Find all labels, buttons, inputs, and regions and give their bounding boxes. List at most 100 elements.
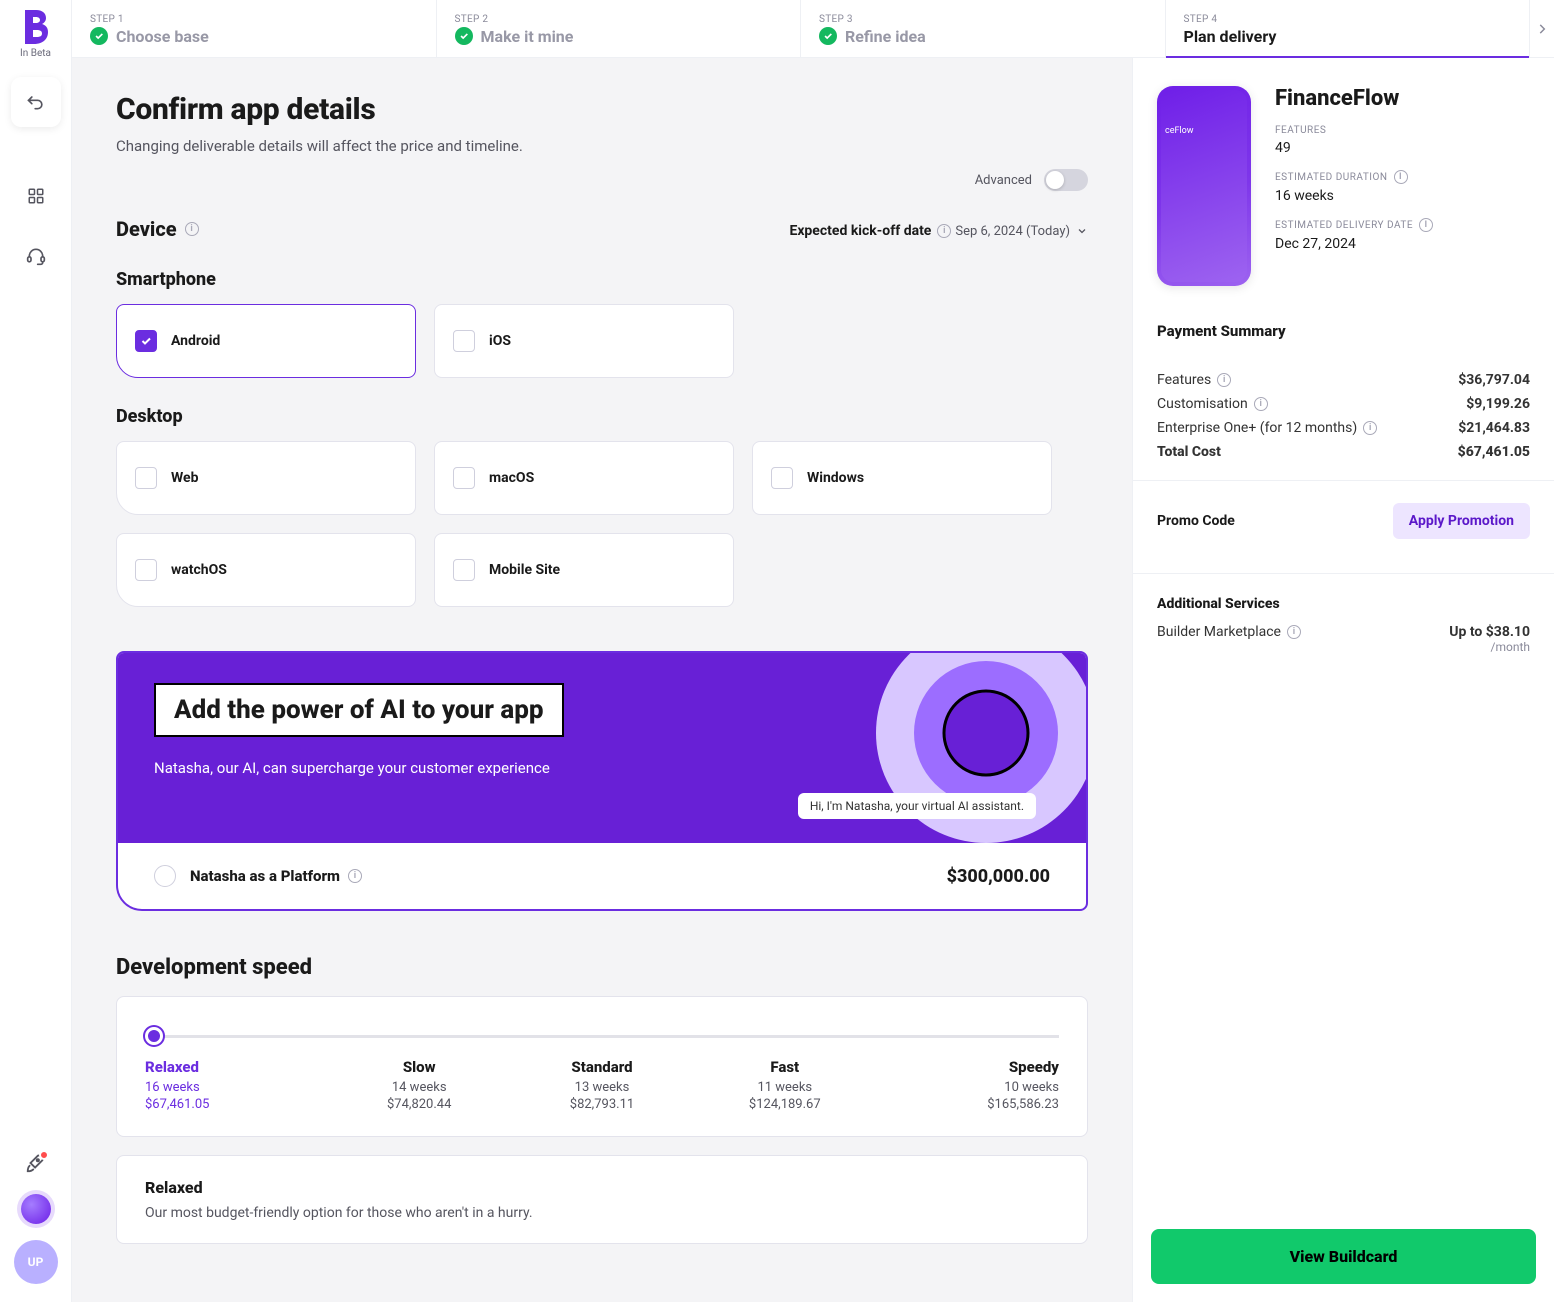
device-card-windows[interactable]: Windows: [752, 441, 1052, 515]
ai-option-label: Natasha as a Platform: [190, 867, 340, 885]
speed-name: Speedy: [876, 1058, 1059, 1076]
speed-name: Relaxed: [145, 1058, 328, 1076]
speed-weeks: 13 weeks: [511, 1080, 694, 1095]
speed-desc-title: Relaxed: [145, 1178, 1059, 1197]
info-icon[interactable]: i: [1419, 218, 1433, 232]
device-label: watchOS: [171, 562, 227, 578]
assistant-orb[interactable]: [21, 1194, 51, 1224]
additional-service-value: Up to $38.10: [1449, 624, 1530, 640]
check-icon: [90, 27, 108, 45]
info-icon[interactable]: i: [1254, 397, 1268, 411]
speed-card: Relaxed 16 weeks $67,461.05 Slow 14 week…: [116, 996, 1088, 1137]
summary-row: Enterprise One+ (for 12 months)i $21,464…: [1157, 420, 1530, 436]
radio-icon[interactable]: [154, 865, 176, 887]
group-smartphone: Smartphone: [116, 269, 1088, 290]
kickoff-value: Sep 6, 2024 (Today): [955, 224, 1070, 239]
ai-banner-subtitle: Natasha, our AI, can supercharge your cu…: [154, 757, 574, 780]
duration-label: ESTIMATED DURATION: [1275, 172, 1388, 183]
summary-row: Customisationi $9,199.26: [1157, 396, 1530, 412]
summary-row-label: Features: [1157, 372, 1211, 388]
speed-price: $82,793.11: [511, 1097, 694, 1112]
info-icon[interactable]: i: [348, 869, 362, 883]
step-label: STEP 4: [1184, 14, 1512, 25]
step-refine-idea[interactable]: STEP 3 Refine idea: [801, 0, 1166, 57]
view-buildcard-button[interactable]: View Buildcard: [1151, 1229, 1536, 1284]
speed-option-fast[interactable]: Fast 11 weeks $124,189.67: [693, 1058, 876, 1112]
rocket-icon[interactable]: [25, 1152, 47, 1178]
summary-row-value: $9,199.26: [1466, 396, 1530, 412]
advanced-label: Advanced: [975, 173, 1032, 188]
step-choose-base[interactable]: STEP 1 Choose base: [72, 0, 437, 57]
checkbox-icon: [135, 559, 157, 581]
step-make-it-mine[interactable]: STEP 2 Make it mine: [437, 0, 802, 57]
speed-weeks: 10 weeks: [876, 1080, 1059, 1095]
user-avatar[interactable]: UP: [14, 1240, 58, 1284]
check-icon: [819, 27, 837, 45]
device-card-web[interactable]: Web: [116, 441, 416, 515]
info-icon[interactable]: i: [1217, 373, 1231, 387]
checkbox-checked-icon: [135, 330, 157, 352]
features-label: FEATURES: [1275, 125, 1530, 136]
device-card-watchos[interactable]: watchOS: [116, 533, 416, 607]
step-title: Plan delivery: [1184, 27, 1277, 46]
logo[interactable]: In Beta: [20, 10, 51, 59]
step-title: Make it mine: [481, 27, 574, 46]
undo-button[interactable]: [11, 77, 61, 127]
device-card-macos[interactable]: macOS: [434, 441, 734, 515]
app-preview-thumbnail[interactable]: ceFlow: [1157, 86, 1251, 286]
slider-thumb[interactable]: [145, 1027, 163, 1045]
apply-promotion-button[interactable]: Apply Promotion: [1393, 503, 1530, 539]
info-icon[interactable]: i: [1287, 625, 1301, 639]
step-label: STEP 2: [455, 14, 783, 25]
speed-name: Slow: [328, 1058, 511, 1076]
speed-desc-body: Our most budget-friendly option for thos…: [145, 1205, 1059, 1221]
summary-total-label: Total Cost: [1157, 444, 1221, 460]
speed-description: Relaxed Our most budget-friendly option …: [116, 1155, 1088, 1244]
kickoff-label: Expected kick-off date: [789, 223, 931, 239]
summary-sidebar: ceFlow FinanceFlow FEATURES 49 ESTIMATED…: [1132, 58, 1554, 1302]
checkbox-icon: [135, 467, 157, 489]
step-plan-delivery[interactable]: STEP 4 Plan delivery: [1166, 0, 1531, 57]
device-card-android[interactable]: Android: [116, 304, 416, 378]
app-name: FinanceFlow: [1275, 86, 1530, 111]
headset-icon[interactable]: [11, 231, 61, 281]
info-icon[interactable]: i: [937, 224, 951, 238]
stepper: STEP 1 Choose base STEP 2 Make it mine S…: [72, 0, 1554, 58]
features-value: 49: [1275, 140, 1530, 156]
speed-option-slow[interactable]: Slow 14 weeks $74,820.44: [328, 1058, 511, 1112]
chevron-right-icon[interactable]: [1530, 0, 1554, 57]
phone-thumb-label: ceFlow: [1165, 126, 1194, 136]
additional-service-period: /month: [1449, 640, 1530, 654]
delivery-value: Dec 27, 2024: [1275, 236, 1530, 252]
device-card-mobile-site[interactable]: Mobile Site: [434, 533, 734, 607]
advanced-toggle[interactable]: [1044, 169, 1088, 191]
ai-banner-title: Add the power of AI to your app: [154, 683, 564, 737]
info-icon[interactable]: i: [1363, 421, 1377, 435]
group-desktop: Desktop: [116, 406, 1088, 427]
info-icon[interactable]: i: [1394, 170, 1408, 184]
step-title: Choose base: [116, 27, 209, 46]
device-label: iOS: [489, 333, 511, 349]
device-label: Android: [171, 333, 220, 349]
speed-option-speedy[interactable]: Speedy 10 weeks $165,586.23: [876, 1058, 1059, 1112]
device-card-ios[interactable]: iOS: [434, 304, 734, 378]
summary-row-value: $36,797.04: [1458, 372, 1530, 388]
ai-banner: Add the power of AI to your app Natasha,…: [116, 651, 1088, 911]
device-label: Windows: [807, 470, 864, 486]
page-title: Confirm app details: [116, 92, 1088, 127]
grid-icon[interactable]: [11, 171, 61, 221]
checkbox-icon: [771, 467, 793, 489]
checkbox-icon: [453, 330, 475, 352]
additional-services-head: Additional Services: [1157, 596, 1530, 612]
kickoff-block: Expected kick-off date i Sep 6, 2024 (To…: [789, 220, 1088, 239]
info-icon[interactable]: i: [185, 222, 199, 236]
speed-option-standard[interactable]: Standard 13 weeks $82,793.11: [511, 1058, 694, 1112]
kickoff-date-picker[interactable]: Sep 6, 2024 (Today): [955, 224, 1088, 239]
step-label: STEP 1: [90, 14, 418, 25]
speed-option-relaxed[interactable]: Relaxed 16 weeks $67,461.05: [145, 1058, 328, 1112]
ai-option-price: $300,000.00: [947, 866, 1050, 887]
step-title: Refine idea: [845, 27, 926, 46]
speed-slider[interactable]: [145, 1035, 1059, 1038]
speed-price: $165,586.23: [876, 1097, 1059, 1112]
page-subtitle: Changing deliverable details will affect…: [116, 137, 1088, 155]
